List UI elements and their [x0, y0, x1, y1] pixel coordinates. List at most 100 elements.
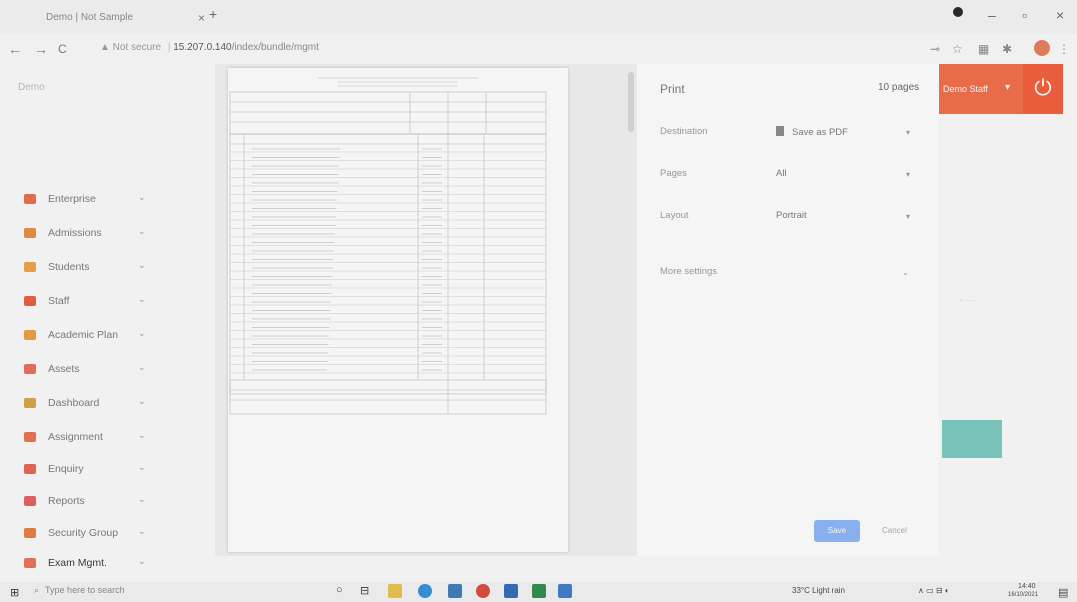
sidebar-item[interactable]: Dashboard ⌄	[24, 396, 164, 416]
chevron-down-icon[interactable]: ⌄	[138, 294, 146, 305]
sidebar-item[interactable]: Reports ⌄	[24, 494, 164, 514]
notifications-icon[interactable]: ▤	[1058, 586, 1068, 599]
cortana-icon[interactable]: ○	[336, 584, 350, 598]
sidebar-item[interactable]: Exam Mgmt. ⌄	[24, 556, 164, 576]
sidebar-item-icon	[24, 432, 36, 442]
new-tab-icon[interactable]: +	[209, 6, 217, 22]
edge-icon[interactable]	[418, 584, 432, 598]
chevron-down-icon[interactable]: ⌄	[138, 556, 146, 567]
save-button[interactable]: Save	[814, 520, 860, 542]
sidebar-item-label: Enquiry	[48, 463, 84, 475]
sidebar-item[interactable]: Academic Plan ⌄	[24, 328, 164, 348]
chrome-icon[interactable]	[476, 584, 490, 598]
chevron-down-icon[interactable]: ⌄	[138, 226, 146, 237]
layout-select[interactable]: Portrait	[776, 210, 807, 221]
pages-select[interactable]: All	[776, 168, 787, 179]
tab-close-icon[interactable]: ×	[198, 11, 205, 25]
star-icon[interactable]: ☆	[952, 42, 963, 56]
extension-icon[interactable]: ▦	[978, 42, 989, 56]
sidebar-item-icon	[24, 496, 36, 506]
sidebar-item-icon	[24, 228, 36, 238]
sidebar-item-label: Academic Plan	[48, 329, 119, 341]
sidebar-item-label: Students	[48, 261, 90, 273]
sidebar-item-label: Admissions	[48, 227, 102, 239]
profile-avatar[interactable]	[1034, 40, 1050, 56]
extension-dot-icon[interactable]	[953, 4, 963, 20]
taskbar-search[interactable]: ⌕ Type here to search	[34, 585, 274, 601]
document-preview	[229, 77, 547, 415]
tray-icons[interactable]: ∧ ▭ ⊟ ◐	[918, 586, 950, 595]
sidebar-item-label: Security Group	[48, 527, 119, 539]
sidebar-item-label: Exam Mgmt.	[48, 557, 107, 569]
chevron-down-icon[interactable]: ⌄	[138, 362, 146, 373]
minimize-icon[interactable]: –	[988, 7, 996, 23]
reload-icon[interactable]: C	[58, 42, 67, 56]
pages-count: 10 pages	[878, 82, 920, 93]
key-icon[interactable]: ⊸	[930, 42, 940, 56]
layout-caret-icon[interactable]: ▾	[906, 212, 910, 221]
sidebar-item-label: Reports	[48, 495, 85, 507]
cancel-button[interactable]: Cancel	[882, 526, 907, 535]
sidebar-item-icon	[24, 364, 36, 374]
sidebar-item-label: Staff	[48, 295, 70, 307]
file-explorer-icon[interactable]	[388, 584, 402, 598]
chevron-down-icon[interactable]: ⌄	[138, 494, 146, 505]
more-settings-chevron-icon[interactable]: ⌄	[902, 268, 909, 277]
puzzle-icon[interactable]: ✱	[1002, 42, 1012, 56]
sidebar-item[interactable]: Assets ⌄	[24, 362, 164, 382]
sidebar-item-icon	[24, 528, 36, 538]
chevron-down-icon[interactable]: ⌄	[138, 192, 146, 203]
sidebar-item[interactable]: Enterprise ⌄	[24, 192, 164, 212]
sidebar-item-label: Assignment	[48, 431, 103, 443]
task-view-icon[interactable]: ⊟	[360, 584, 374, 598]
sidebar-item-icon	[24, 194, 36, 204]
sidebar-item-icon	[24, 296, 36, 306]
chevron-down-icon[interactable]: ⌄	[138, 396, 146, 407]
sidebar-item[interactable]: Students ⌄	[24, 260, 164, 280]
sidebar-item-label: Assets	[48, 363, 80, 375]
chevron-down-icon[interactable]: ⌄	[138, 462, 146, 473]
url-host: 15.207.0.140	[173, 42, 232, 53]
scrollbar-thumb[interactable]	[628, 72, 634, 132]
browser-tabbar: Demo | Not Sample × + – ▫ ×	[0, 0, 1077, 34]
search-icon: ⌕	[34, 585, 40, 595]
destination-select[interactable]: Save as PDF	[776, 126, 848, 138]
chevron-down-icon[interactable]: ⌄	[138, 328, 146, 339]
store-icon[interactable]	[448, 584, 462, 598]
photos-icon[interactable]	[558, 584, 572, 598]
forward-icon[interactable]: →	[34, 41, 48, 57]
sidebar-item[interactable]: Staff ⌄	[24, 294, 164, 314]
browser-tab[interactable]: Demo | Not Sample ×	[36, 6, 226, 30]
clock-date[interactable]: 16/10/2021	[1008, 592, 1038, 598]
sidebar-item[interactable]: Security Group ⌄	[24, 526, 164, 546]
chevron-down-icon[interactable]: ⌄	[138, 430, 146, 441]
not-secure-label[interactable]: ▲ Not secure	[100, 42, 161, 53]
excel-icon[interactable]	[532, 584, 546, 598]
restore-icon[interactable]: ▫	[1022, 7, 1027, 23]
taskbar-search-placeholder: Type here to search	[45, 585, 125, 595]
word-icon[interactable]	[504, 584, 518, 598]
background-action-button[interactable]	[942, 420, 1002, 458]
destination-value: Save as PDF	[792, 127, 848, 138]
url-field[interactable]: ▲ Not secure | 15.207.0.140/index/bundle…	[100, 42, 319, 53]
user-menu[interactable]: Demo Staff ▾	[939, 64, 1023, 114]
close-window-icon[interactable]: ×	[1056, 7, 1064, 23]
background-faint-text: ▫ ····	[960, 296, 976, 305]
weather-text[interactable]: 33°C Light rain	[792, 586, 845, 595]
clock-time[interactable]: 14:40	[1018, 583, 1036, 590]
sidebar-item[interactable]: Assignment ⌄	[24, 430, 164, 450]
chevron-down-icon[interactable]: ⌄	[138, 526, 146, 537]
destination-caret-icon[interactable]: ▾	[906, 128, 910, 137]
logout-power-icon[interactable]: ⏻	[1023, 64, 1063, 114]
more-settings-toggle[interactable]: More settings	[660, 266, 717, 277]
sidebar-item[interactable]: Enquiry ⌄	[24, 462, 164, 482]
sidebar-item[interactable]: Admissions ⌄	[24, 226, 164, 246]
preview-scrollbar[interactable]	[626, 64, 636, 554]
windows-start-icon[interactable]: ⊞	[10, 586, 19, 599]
sidebar-item-icon	[24, 330, 36, 340]
browser-addressbar: ← → C ▲ Not secure | 15.207.0.140/index/…	[0, 34, 1077, 64]
menu-icon[interactable]: ⋮	[1058, 42, 1070, 56]
chevron-down-icon[interactable]: ⌄	[138, 260, 146, 271]
back-icon[interactable]: ←	[8, 41, 22, 57]
pages-caret-icon[interactable]: ▾	[906, 170, 910, 179]
